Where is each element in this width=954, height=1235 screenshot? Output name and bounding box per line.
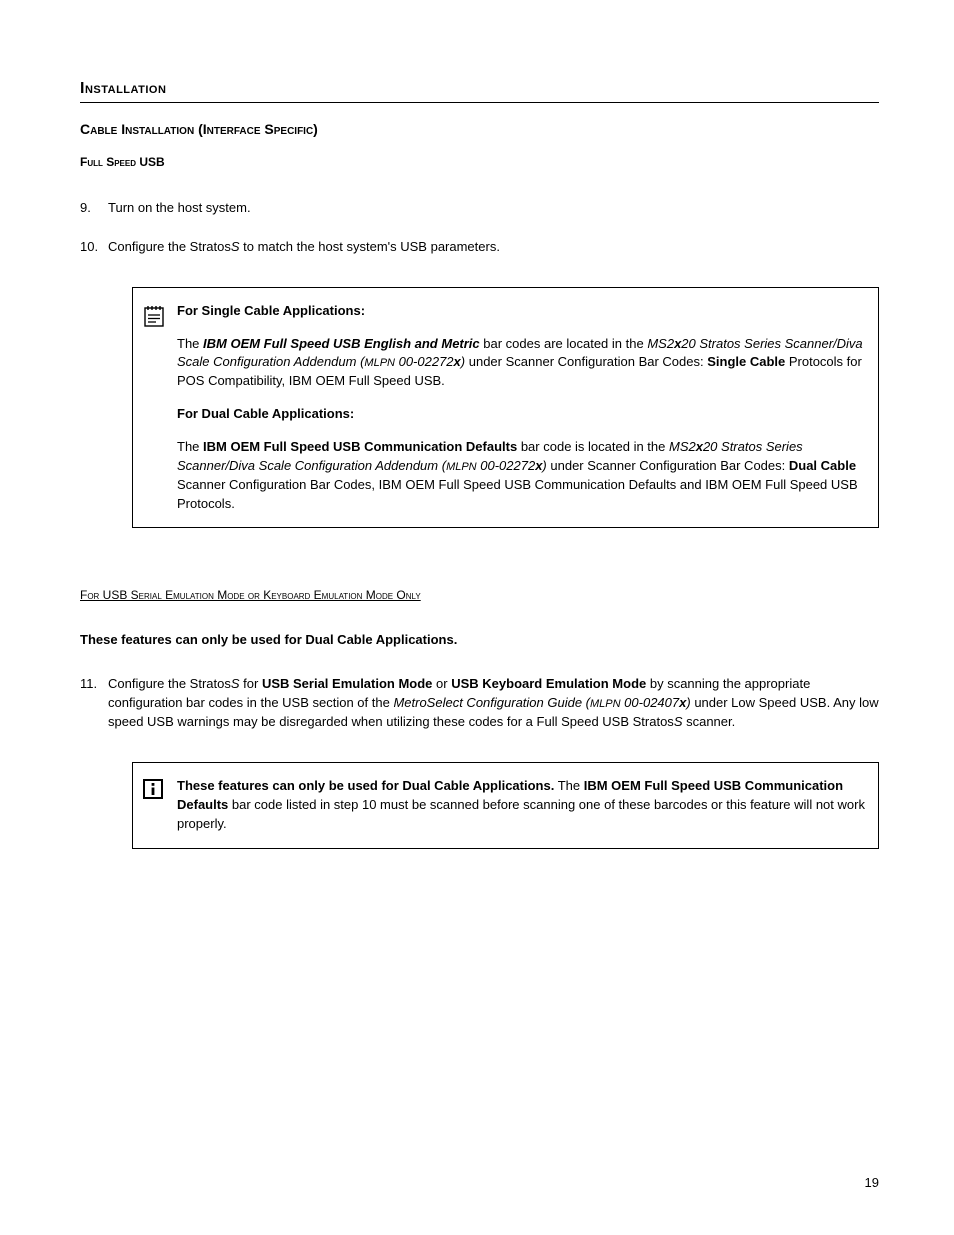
text: Configure the Stratos <box>108 239 231 254</box>
subsubsection-title: Full Speed USB <box>80 155 879 169</box>
callout-heading: For Single Cable Applications: <box>177 302 872 321</box>
step-body: Turn on the host system. <box>108 199 879 218</box>
text: Scanner Configuration Bar Codes, IBM OEM… <box>177 477 858 511</box>
text: under Scanner Configuration Bar Codes: <box>465 354 707 369</box>
callout-heading: For Dual Cable Applications: <box>177 405 872 424</box>
text: scanner. <box>682 714 735 729</box>
text: bar codes are located in the <box>480 336 648 351</box>
text-small-italic: MLPN <box>590 698 621 710</box>
callout-paragraph: The IBM OEM Full Speed USB English and M… <box>177 335 872 392</box>
step-number: 9. <box>80 199 108 218</box>
text: The <box>177 439 203 454</box>
step-number: 10. <box>80 238 108 257</box>
callout-body: For Single Cable Applications: The IBM O… <box>177 302 872 514</box>
text: or <box>432 676 451 691</box>
text-bold: These features can only be used for Dual… <box>177 778 554 793</box>
text: bar code is located in the <box>517 439 669 454</box>
text-bold: Single Cable <box>707 354 785 369</box>
callout-paragraph: The IBM OEM Full Speed USB Communication… <box>177 438 872 513</box>
text-italic: S <box>231 676 240 691</box>
text-italic: 00-02272 <box>477 458 536 473</box>
text-small-italic: MLPN <box>364 357 395 369</box>
note-callout: For Single Cable Applications: The IBM O… <box>132 287 879 529</box>
step-list-2: 11. Configure the StratosS for USB Seria… <box>80 675 879 732</box>
text-italic: S <box>231 239 240 254</box>
subsection-title: Cable Installation (Interface Specific) <box>80 121 879 137</box>
info-icon <box>143 777 177 799</box>
text: The <box>177 336 203 351</box>
step-10: 10. Configure the StratosS to match the … <box>80 238 879 257</box>
text-italic: 00-02407 <box>621 695 680 710</box>
text-small-italic: MLPN <box>446 461 477 473</box>
text-italic: 00-02272 <box>395 354 454 369</box>
text-bolditalic: x <box>696 439 703 454</box>
step-body: Configure the StratosS to match the host… <box>108 238 879 257</box>
text-italic: MetroSelect Configuration Guide ( <box>393 695 590 710</box>
text-bold: USB Keyboard Emulation Mode <box>451 676 646 691</box>
dual-only-note: These features can only be used for Dual… <box>80 632 879 647</box>
text: bar code listed in step 10 must be scann… <box>177 797 865 831</box>
step-9: 9. Turn on the host system. <box>80 199 879 218</box>
step-list: 9. Turn on the host system. 10. Configur… <box>80 199 879 257</box>
step-number: 11. <box>80 675 108 732</box>
text: The <box>554 778 583 793</box>
text-bold: IBM OEM Full Speed USB Communication Def… <box>203 439 517 454</box>
section-title: Installation <box>80 80 879 98</box>
text-bold: USB Serial Emulation Mode <box>262 676 432 691</box>
text-italic: MS2 <box>669 439 696 454</box>
callout-body: These features can only be used for Dual… <box>177 777 872 834</box>
mode-heading: For USB Serial Emulation Mode or Keyboar… <box>80 588 879 602</box>
text: to match the host system's USB parameter… <box>240 239 500 254</box>
text-italic: MS2 <box>647 336 674 351</box>
text: under Scanner Configuration Bar Codes: <box>547 458 789 473</box>
step-11: 11. Configure the StratosS for USB Seria… <box>80 675 879 732</box>
info-callout: These features can only be used for Dual… <box>132 762 879 849</box>
section-divider <box>80 102 879 103</box>
text-bolditalic: IBM OEM Full Speed USB English and Metri… <box>203 336 480 351</box>
text: Configure the Stratos <box>108 676 231 691</box>
text: for <box>240 676 262 691</box>
notepad-icon <box>143 302 177 328</box>
text-bolditalic: x <box>454 354 461 369</box>
page-number: 19 <box>865 1175 879 1190</box>
step-body: Configure the StratosS for USB Serial Em… <box>108 675 879 732</box>
text-bold: Dual Cable <box>789 458 856 473</box>
